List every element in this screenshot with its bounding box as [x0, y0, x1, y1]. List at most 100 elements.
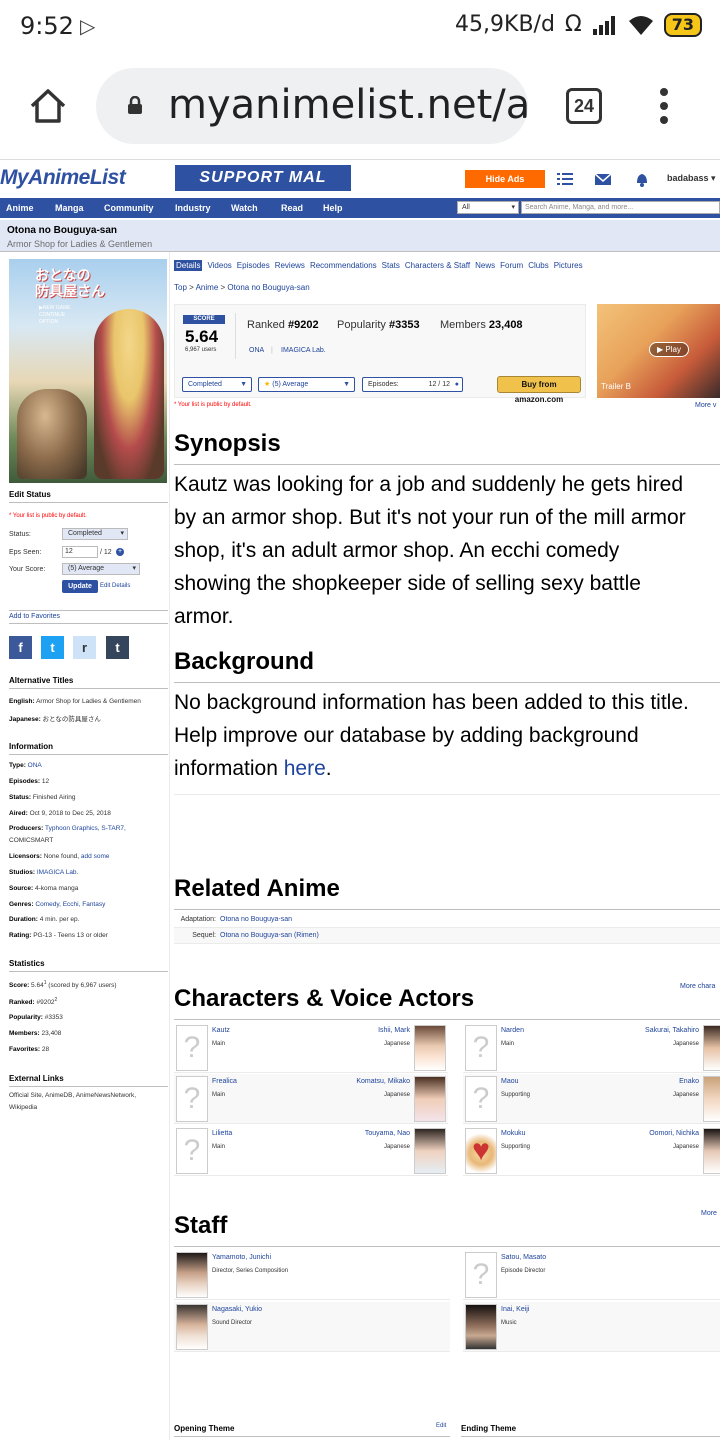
amazon-buy-button[interactable]: Buy from amazon.com: [497, 376, 581, 404]
va-photo[interactable]: [703, 1128, 720, 1174]
eps-seen-input[interactable]: 12: [62, 546, 98, 558]
reddit-share-icon[interactable]: r: [73, 636, 96, 659]
public-note: * Your list is public by default.: [9, 513, 87, 519]
type-link[interactable]: ONA: [249, 347, 264, 354]
breadcrumb: Top > Anime > Otona no Bouguya-san: [174, 283, 310, 292]
add-favorites-link[interactable]: Add to Favorites: [9, 610, 168, 624]
nav-read[interactable]: Read: [281, 203, 303, 213]
battery-icon: 73: [663, 12, 702, 37]
update-button[interactable]: Update: [62, 580, 98, 593]
tab-switcher-button[interactable]: 24: [566, 88, 602, 124]
list-status-select[interactable]: Completed ▼: [182, 377, 252, 392]
info-producers-cont[interactable]: COMICSMART: [9, 837, 53, 844]
twitter-share-icon[interactable]: t: [41, 636, 64, 659]
score-stats-box: SCORE 5.64 6,967 users Ranked #9202 Popu…: [174, 304, 586, 404]
more-options-icon[interactable]: [654, 86, 674, 126]
nav-community[interactable]: Community: [104, 203, 154, 213]
site-logo[interactable]: MyAnimeList: [0, 166, 126, 190]
tab-clubs[interactable]: Clubs: [528, 261, 548, 270]
tab-videos[interactable]: Videos: [207, 261, 231, 270]
tab-forum[interactable]: Forum: [500, 261, 523, 270]
search-input[interactable]: Search Anime, Manga, and more...: [521, 201, 720, 214]
tumblr-share-icon[interactable]: t: [106, 636, 129, 659]
score-value: 5.64: [185, 327, 219, 346]
score-select[interactable]: (5) Average ▾: [62, 563, 140, 575]
trailer-thumbnail[interactable]: ▶ Play Trailer B: [597, 304, 720, 398]
mail-icon[interactable]: [595, 171, 611, 187]
va-photo[interactable]: [414, 1128, 446, 1174]
tab-recommendations[interactable]: Recommendations: [310, 261, 377, 270]
edit-details-link[interactable]: Edit Details: [100, 583, 130, 589]
va-photo[interactable]: [703, 1076, 720, 1122]
edit-theme-link[interactable]: Edit: [436, 1423, 446, 1429]
support-banner[interactable]: SUPPORT MAL: [175, 165, 351, 191]
tab-stats[interactable]: Stats: [382, 261, 400, 270]
status-select[interactable]: Completed ▾: [62, 528, 128, 540]
title-bar: Otona no Bouguya-san Armor Shop for Ladi…: [0, 220, 720, 252]
user-menu[interactable]: badabass ▾: [667, 173, 716, 184]
play-button[interactable]: ▶ Play: [649, 342, 689, 357]
tab-pictures[interactable]: Pictures: [554, 261, 583, 270]
info-source: Source: 4-koma manga: [9, 885, 79, 892]
stat-ranked: Ranked: #92022: [9, 997, 58, 1007]
wifi-icon: [628, 15, 653, 35]
hide-ads-button[interactable]: Hide Ads: [465, 170, 545, 188]
placeholder-avatar[interactable]: ?: [176, 1025, 208, 1071]
placeholder-avatar[interactable]: ?: [176, 1128, 208, 1174]
more-characters-link[interactable]: More chara: [680, 983, 715, 990]
section-divider: [174, 794, 720, 795]
placeholder-avatar[interactable]: ?: [176, 1076, 208, 1122]
tab-episodes[interactable]: Episodes: [237, 261, 270, 270]
cover-group: [17, 389, 87, 479]
info-rating: Rating: PG-13 - Teens 13 or older: [9, 932, 108, 939]
related-anime-heading: Related Anime: [174, 875, 720, 910]
stat-favorites: Favorites: 28: [9, 1046, 50, 1053]
nav-help[interactable]: Help: [323, 203, 343, 213]
add-background-link[interactable]: here: [284, 757, 326, 780]
bell-icon[interactable]: [634, 171, 650, 187]
placeholder-avatar[interactable]: ?: [465, 1076, 497, 1122]
list-score-select[interactable]: ★ (5) Average ▼: [258, 377, 355, 392]
headphones-icon: Ω: [564, 12, 582, 37]
tab-reviews[interactable]: Reviews: [275, 261, 305, 270]
staff-photo[interactable]: [176, 1252, 208, 1298]
clock: 9:52: [20, 12, 74, 40]
more-videos-link[interactable]: More v: [695, 402, 716, 409]
character-avatar[interactable]: ♥: [465, 1128, 497, 1174]
tab-news[interactable]: News: [475, 261, 495, 270]
nav-industry[interactable]: Industry: [175, 203, 211, 213]
episodes-progress[interactable]: Episodes: 12 / 12 ●: [362, 377, 463, 392]
increment-episode-icon[interactable]: +: [116, 548, 124, 556]
studio-link[interactable]: IMAGICA Lab.: [281, 347, 326, 354]
chevron-down-icon: ▼: [343, 381, 350, 388]
url-text: myanimelist.net/a: [168, 82, 528, 128]
va-photo[interactable]: [414, 1025, 446, 1071]
list-icon[interactable]: [557, 171, 573, 187]
cover-image[interactable]: おとなの 防具屋さん ▶NEW GAME CONTINUE OPTION: [9, 259, 167, 483]
external-link-wikipedia[interactable]: Wikipedia: [9, 1104, 37, 1111]
tab-details[interactable]: Details: [174, 260, 203, 271]
address-bar[interactable]: myanimelist.net/a: [96, 68, 528, 144]
tab-characters-staff[interactable]: Characters & Staff: [405, 261, 470, 270]
character-card: ? Frealica Main Komatsu, Mikako Japanese: [174, 1074, 448, 1124]
score-users: 6,967 users: [185, 347, 217, 353]
nav-manga[interactable]: Manga: [55, 203, 84, 213]
search-category-select[interactable]: All ▾: [457, 201, 519, 214]
facebook-share-icon[interactable]: f: [9, 636, 32, 659]
placeholder-avatar[interactable]: ?: [465, 1025, 497, 1071]
plus-icon[interactable]: ●: [455, 378, 459, 391]
placeholder-avatar[interactable]: ?: [465, 1252, 497, 1298]
external-links-list[interactable]: Official Site, AnimeDB, AnimeNewsNetwork…: [9, 1092, 136, 1099]
nav-anime[interactable]: Anime: [6, 203, 34, 213]
staff-photo[interactable]: [176, 1304, 208, 1350]
info-licensors: Licensors: None found, add some: [9, 853, 110, 860]
home-icon[interactable]: [28, 86, 68, 126]
va-photo[interactable]: [414, 1076, 446, 1122]
nav-watch[interactable]: Watch: [231, 203, 258, 213]
english-title: Armor Shop for Ladies & Gentlemen: [7, 239, 153, 249]
characters-heading: Characters & Voice Actors: [174, 985, 720, 1020]
va-photo[interactable]: [703, 1025, 720, 1071]
staff-card: Inai, Keiji Music: [463, 1302, 720, 1352]
more-staff-link[interactable]: More: [701, 1210, 717, 1217]
staff-photo[interactable]: [465, 1304, 497, 1350]
